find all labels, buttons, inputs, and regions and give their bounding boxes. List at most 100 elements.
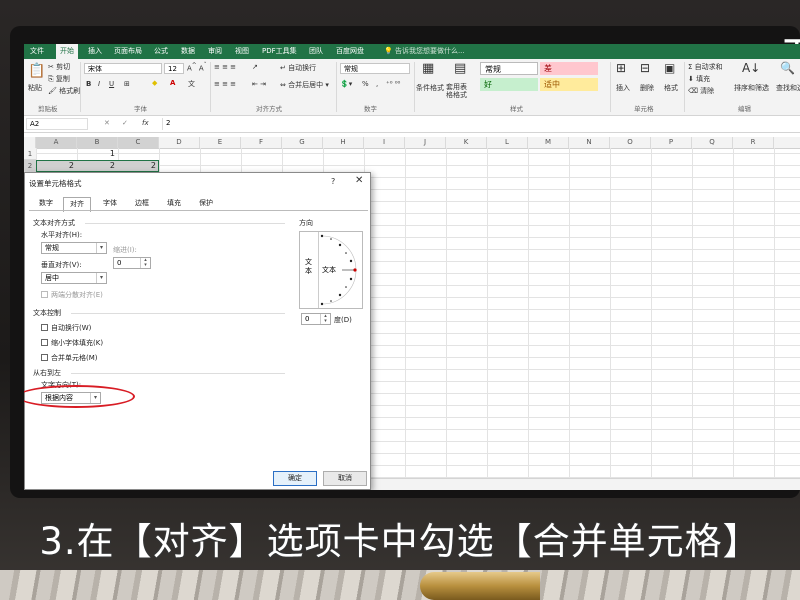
function-icon[interactable]: fx: [142, 119, 149, 127]
format-cells-icon[interactable]: ▣: [664, 61, 675, 75]
indent-icon[interactable]: ⇤ ⇥: [252, 80, 266, 88]
paste-icon[interactable]: 📋: [28, 63, 45, 79]
cancel-button[interactable]: 取消: [323, 471, 367, 486]
tab-border[interactable]: 边框: [129, 197, 155, 210]
column-header[interactable]: F: [241, 137, 282, 148]
format-cells-button[interactable]: 格式: [664, 83, 678, 93]
find-icon[interactable]: 🔍: [780, 61, 795, 75]
column-header[interactable]: I: [364, 137, 405, 148]
column-header[interactable]: P: [651, 137, 692, 148]
column-header[interactable]: R: [733, 137, 774, 148]
column-header[interactable]: M: [528, 137, 569, 148]
format-painter-button[interactable]: 🖌 格式刷: [48, 86, 80, 96]
cut-button[interactable]: ✂ 剪切: [48, 62, 70, 72]
percent-button[interactable]: %: [362, 80, 369, 88]
number-format-select[interactable]: 常规: [340, 63, 410, 74]
name-box[interactable]: A2: [26, 118, 88, 130]
tab-page-layout[interactable]: 页面布局: [114, 44, 142, 59]
justify-distributed-checkbox[interactable]: [41, 291, 48, 298]
font-size-select[interactable]: 12: [164, 63, 184, 74]
border-icon[interactable]: ⊞: [124, 80, 130, 88]
row-header[interactable]: 2: [24, 160, 36, 172]
font-color-icon[interactable]: A: [170, 79, 175, 87]
column-header[interactable]: E: [200, 137, 241, 148]
cell-b2[interactable]: 2: [77, 161, 115, 170]
find-select-button[interactable]: 查找和选择: [776, 83, 800, 93]
wrap-text-button[interactable]: ↵ 自动换行: [280, 63, 316, 73]
delete-cells-button[interactable]: 删除: [640, 83, 654, 93]
column-header[interactable]: O: [610, 137, 651, 148]
cell-b1[interactable]: 1: [77, 149, 115, 158]
column-header[interactable]: N: [569, 137, 610, 148]
underline-button[interactable]: U: [109, 80, 114, 88]
orientation-icon[interactable]: ↗: [252, 63, 258, 71]
conditional-format-button[interactable]: 条件格式: [416, 83, 444, 93]
formula-input[interactable]: 2: [162, 118, 798, 130]
align-left-icon[interactable]: ≡ ≡ ≡: [214, 80, 236, 88]
font-size-buttons[interactable]: A^ Aˇ: [187, 63, 207, 72]
bold-button[interactable]: B: [86, 80, 91, 88]
style-neutral[interactable]: 适中: [540, 78, 598, 91]
clear-button[interactable]: ⌫ 清除: [688, 86, 714, 96]
style-bad[interactable]: 差: [540, 62, 598, 75]
phonetic-icon[interactable]: 文: [188, 79, 195, 89]
ok-button[interactable]: 确定: [273, 471, 317, 486]
tab-review[interactable]: 审阅: [208, 44, 222, 59]
orientation-box[interactable]: 文本 文本: [299, 231, 363, 309]
delete-cells-icon[interactable]: ⊟: [640, 61, 650, 75]
tab-fill[interactable]: 填充: [161, 197, 187, 210]
wrap-text-checkbox[interactable]: [41, 324, 48, 331]
font-name-select[interactable]: 宋体: [84, 63, 162, 74]
insert-cells-icon[interactable]: ⊞: [616, 61, 626, 75]
close-icon[interactable]: ✕: [355, 175, 363, 186]
insert-cells-button[interactable]: 插入: [616, 83, 630, 93]
style-good[interactable]: 好: [480, 78, 538, 91]
table-format-button[interactable]: 套用表格格式: [446, 83, 472, 99]
select-all-corner[interactable]: [24, 137, 36, 148]
sort-filter-button[interactable]: 排序和筛选: [734, 83, 769, 93]
column-header[interactable]: C: [118, 137, 159, 148]
degree-spinner[interactable]: 0 ▴ ▾: [301, 313, 331, 325]
tab-font[interactable]: 字体: [97, 197, 123, 210]
table-format-icon[interactable]: ▤: [454, 61, 466, 76]
column-header[interactable]: J: [405, 137, 446, 148]
style-normal[interactable]: 常规: [480, 62, 538, 75]
sort-filter-icon[interactable]: A↓: [742, 61, 760, 75]
column-header[interactable]: Q: [692, 137, 733, 148]
currency-icon[interactable]: 💲▾: [340, 80, 352, 88]
enter-icon[interactable]: ✓: [122, 119, 128, 127]
conditional-format-icon[interactable]: ▦: [422, 61, 434, 76]
column-header[interactable]: B: [77, 137, 118, 148]
tab-number[interactable]: 数字: [33, 197, 59, 210]
fill-button[interactable]: ⬇ 填充: [688, 74, 710, 84]
decimal-icon[interactable]: ⁺⁰ ⁰⁰: [386, 80, 400, 88]
copy-button[interactable]: ⎘ 复制: [48, 74, 70, 84]
horizontal-select[interactable]: 常规 ▾: [41, 242, 107, 254]
merge-cells-checkbox[interactable]: [41, 354, 48, 361]
paste-button[interactable]: 粘贴: [28, 83, 42, 93]
tab-view[interactable]: 视图: [235, 44, 249, 59]
tab-insert[interactable]: 插入: [88, 44, 102, 59]
shrink-to-fit-checkbox[interactable]: [41, 339, 48, 346]
tab-pdf-tools[interactable]: PDF工具集: [262, 44, 297, 59]
tab-team[interactable]: 团队: [309, 44, 323, 59]
fill-color-icon[interactable]: ◆: [152, 79, 157, 87]
column-header[interactable]: G: [282, 137, 323, 148]
align-top-icon[interactable]: ≡ ≡ ≡: [214, 63, 236, 71]
comma-icon[interactable]: ,: [376, 80, 378, 88]
column-header[interactable]: L: [487, 137, 528, 148]
tab-formulas[interactable]: 公式: [154, 44, 168, 59]
tab-home[interactable]: 开始: [56, 44, 78, 59]
merge-center-button[interactable]: ⇔ 合并后居中 ▾: [280, 80, 329, 90]
tab-data[interactable]: 数据: [181, 44, 195, 59]
row-header[interactable]: 1: [24, 148, 36, 160]
autosum-button[interactable]: Σ 自动求和: [688, 62, 723, 72]
column-header[interactable]: D: [159, 137, 200, 148]
cell-c2[interactable]: 2: [118, 161, 156, 170]
tab-file[interactable]: 文件: [30, 44, 44, 59]
italic-button[interactable]: I: [98, 80, 100, 88]
vertical-select[interactable]: 居中 ▾: [41, 272, 107, 284]
tell-me-box[interactable]: 💡 告诉我您想要做什么...: [384, 44, 465, 59]
column-header[interactable]: A: [36, 137, 77, 148]
indent-spinner[interactable]: 0 ▴ ▾: [113, 257, 151, 269]
